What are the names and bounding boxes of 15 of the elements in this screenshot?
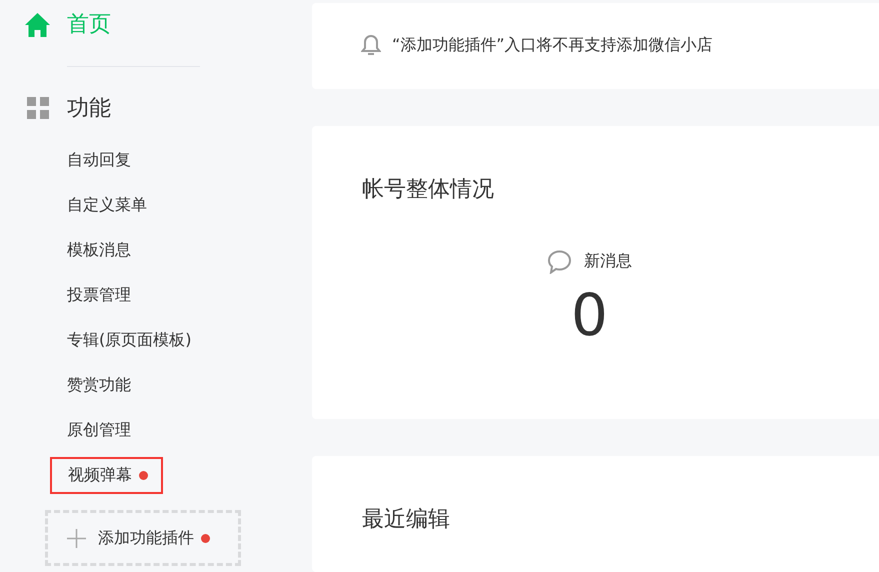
card-title: 最近编辑 — [362, 506, 451, 534]
menu-item[interactable]: 自动回复 — [67, 143, 131, 178]
menu-item[interactable]: 专辑(原页面模板) — [67, 323, 192, 358]
menu-item[interactable]: 赞赏功能 — [67, 368, 131, 403]
stat-label: 新消息 — [584, 251, 632, 272]
menu-item[interactable]: 模板消息 — [67, 233, 131, 268]
card-title: 帐号整体情况 — [362, 176, 495, 204]
highlighted-menu-item[interactable]: 视频弹幕 — [50, 457, 163, 494]
notice-text: “添加功能插件”入口将不再支持添加微信小店 — [392, 35, 713, 56]
menu-item[interactable]: 原创管理 — [67, 413, 131, 448]
add-plugin-button[interactable]: 添加功能插件 — [45, 510, 241, 566]
section-title: 功能 — [67, 95, 111, 123]
menu-item[interactable]: 投票管理 — [67, 278, 131, 313]
stat-value: 0 — [571, 282, 608, 348]
menu-item[interactable]: 自定义菜单 — [67, 188, 147, 223]
